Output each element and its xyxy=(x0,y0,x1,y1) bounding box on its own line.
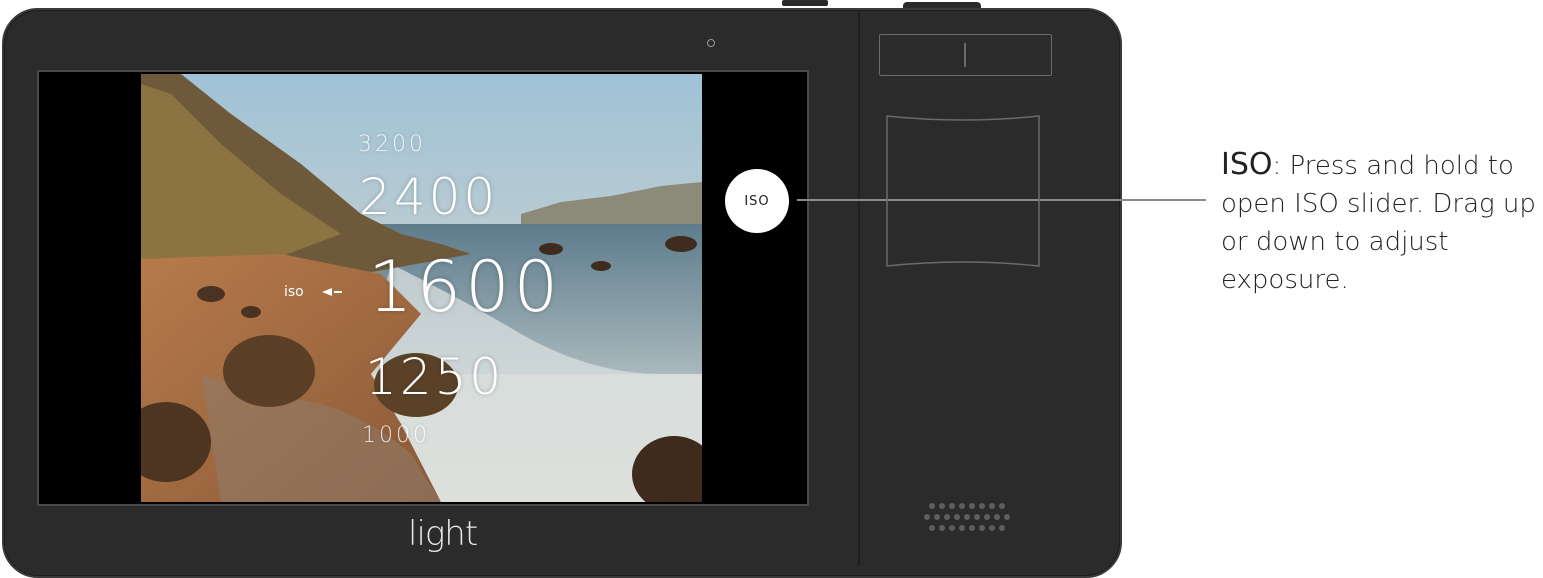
pointer-icon xyxy=(322,288,342,296)
iso-indicator-label: iso xyxy=(284,284,304,300)
iso-option-3200[interactable]: 3200 xyxy=(358,134,426,156)
light-logo: light xyxy=(408,514,478,554)
zoom-rocker-button[interactable] xyxy=(879,34,1052,76)
iso-option-2400[interactable]: 2400 xyxy=(359,172,498,222)
light-sensor-icon xyxy=(707,39,715,47)
iso-callout-text: ISO: Press and hold to open ISO slider. … xyxy=(1221,146,1541,299)
iso-button[interactable]: ISO xyxy=(725,169,789,233)
iso-option-selected[interactable]: 1600 xyxy=(368,252,562,322)
body-divider xyxy=(858,10,860,566)
callout-term: ISO xyxy=(1221,147,1273,182)
iso-option-1250[interactable]: 1250 xyxy=(365,352,504,402)
iso-option-1000[interactable]: 1000 xyxy=(362,425,430,447)
speaker-grille-icon xyxy=(924,503,1010,531)
rocker-divider xyxy=(964,43,966,67)
thumb-grip xyxy=(886,115,1040,267)
top-shutter-button[interactable] xyxy=(782,0,828,6)
